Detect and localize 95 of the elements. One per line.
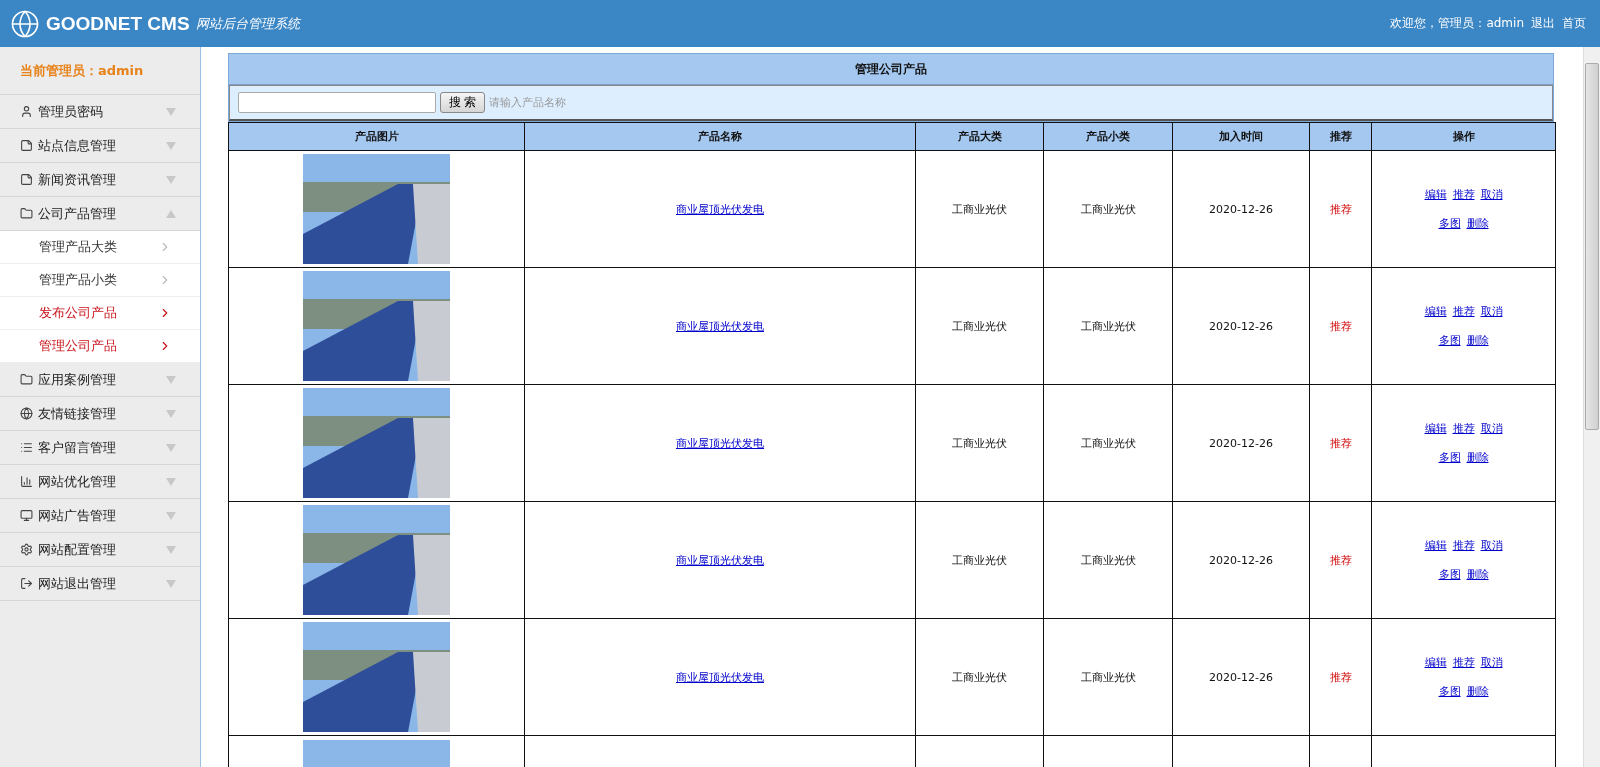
table-cell: 工商业光伏 [1043, 501, 1173, 619]
sidebar-item[interactable]: 应用案例管理 [0, 363, 200, 397]
action-link[interactable]: 编辑 [1424, 538, 1447, 553]
sidebar-item[interactable]: 网站配置管理 [0, 533, 200, 567]
logo-text: GOODNET CMS [46, 12, 190, 35]
table-cell: 工商业光伏 [915, 267, 1044, 385]
list-icon [20, 441, 33, 454]
table-cell: 2020-12-26 [1172, 501, 1310, 619]
action-link[interactable]: 编辑 [1424, 187, 1447, 202]
table-cell: 工商业光伏 [915, 384, 1044, 502]
column-header: 产品小类 [1043, 122, 1173, 151]
table-cell: 2020-12-26 [1172, 618, 1310, 736]
scrollbar-thumb[interactable] [1585, 63, 1599, 430]
header-link[interactable]: 退出 [1531, 15, 1555, 32]
note-icon [20, 139, 33, 152]
folder-icon [20, 207, 33, 220]
column-header: 加入时间 [1172, 122, 1310, 151]
product-name-link[interactable]: 商业屋顶光伏发电 [676, 202, 764, 216]
sidebar-subitem[interactable]: 管理产品大类 [0, 231, 200, 264]
action-link[interactable]: 多图 [1438, 216, 1461, 231]
globe-icon [20, 407, 33, 420]
column-header: 操作 [1371, 122, 1556, 151]
action-link[interactable]: 删除 [1466, 684, 1489, 699]
product-name-link[interactable]: 商业屋顶光伏发电 [676, 436, 764, 450]
action-link[interactable]: 删除 [1466, 450, 1489, 465]
column-header: 产品大类 [915, 122, 1044, 151]
action-link[interactable]: 多图 [1438, 567, 1461, 582]
table-cell: 工商业光伏 [1043, 267, 1173, 385]
system-subtitle: 网站后台管理系统 [195, 14, 300, 33]
action-link[interactable]: 编辑 [1424, 655, 1447, 670]
table-cell: 推荐 [1309, 150, 1372, 268]
note-icon [20, 173, 33, 186]
action-link[interactable]: 推荐 [1452, 187, 1475, 202]
table-cell: 工商业光伏 [1043, 384, 1173, 502]
bar-chart-icon [20, 475, 33, 488]
sidebar-subitem[interactable]: 管理公司产品 [0, 330, 200, 363]
sidebar-item[interactable]: 客户留言管理 [0, 431, 200, 465]
action-link[interactable]: 删除 [1466, 333, 1489, 348]
search-field[interactable] [238, 92, 436, 113]
header-link[interactable]: 首页 [1562, 15, 1586, 32]
table-cell: 2020-12-26 [1172, 267, 1310, 385]
action-link[interactable]: 取消 [1480, 421, 1503, 436]
table-cell: 推荐 [1309, 501, 1372, 619]
table-cell: 工商业光伏 [915, 501, 1044, 619]
sidebar-item[interactable]: 网站广告管理 [0, 499, 200, 533]
table-cell: 工商业光伏 [1043, 618, 1173, 736]
table-cell: 2020-12-26 [1172, 384, 1310, 502]
sidebar-subitem[interactable]: 管理产品小类 [0, 264, 200, 297]
product-name-link[interactable]: 商业屋顶光伏发电 [676, 553, 764, 567]
search-button[interactable]: 搜 索 [440, 92, 486, 113]
action-link[interactable]: 取消 [1480, 304, 1503, 319]
action-link[interactable]: 取消 [1480, 655, 1503, 670]
column-header: 推荐 [1309, 122, 1372, 151]
action-link[interactable]: 推荐 [1452, 655, 1475, 670]
search-hint: 请输入产品名称 [489, 95, 567, 110]
action-link[interactable]: 多图 [1438, 684, 1461, 699]
folder-icon [20, 373, 33, 386]
current-admin: 当前管理员：admin [0, 47, 200, 95]
sidebar-item[interactable]: 网站退出管理 [0, 567, 200, 601]
column-header: 产品名称 [524, 122, 916, 151]
action-link[interactable]: 多图 [1438, 333, 1461, 348]
table-cell: 工商业光伏 [915, 618, 1044, 736]
action-link[interactable]: 多图 [1438, 450, 1461, 465]
sidebar-item[interactable]: 友情链接管理 [0, 397, 200, 431]
sidebar-item[interactable]: 站点信息管理 [0, 129, 200, 163]
action-link[interactable]: 删除 [1466, 567, 1489, 582]
action-link[interactable]: 编辑 [1424, 421, 1447, 436]
action-link[interactable]: 取消 [1480, 187, 1503, 202]
action-link[interactable]: 推荐 [1452, 304, 1475, 319]
settings-icon [20, 543, 33, 556]
action-link[interactable]: 删除 [1466, 216, 1489, 231]
action-link[interactable]: 取消 [1480, 538, 1503, 553]
user-icon [20, 105, 33, 118]
action-link[interactable]: 推荐 [1452, 421, 1475, 436]
table-cell: 工商业光伏 [915, 150, 1044, 268]
table-cell: 工商业光伏 [1043, 150, 1173, 268]
column-header: 产品图片 [228, 122, 525, 151]
panel-title: 管理公司产品 [229, 54, 1553, 85]
product-name-link[interactable]: 商业屋顶光伏发电 [676, 319, 764, 333]
product-name-link[interactable]: 商业屋顶光伏发电 [676, 670, 764, 684]
table-cell: 推荐 [1309, 384, 1372, 502]
table-cell: 推荐 [1309, 618, 1372, 736]
logout-icon [20, 577, 33, 590]
action-link[interactable]: 推荐 [1452, 538, 1475, 553]
sidebar-item[interactable]: 网站优化管理 [0, 465, 200, 499]
table-cell: 推荐 [1309, 267, 1372, 385]
monitor-icon [20, 509, 33, 522]
sidebar-item[interactable]: 新闻资讯管理 [0, 163, 200, 197]
sidebar-item[interactable]: 管理员密码 [0, 95, 200, 129]
action-link[interactable]: 编辑 [1424, 304, 1447, 319]
sidebar-subitem[interactable]: 发布公司产品 [0, 297, 200, 330]
scrollbar[interactable] [1583, 47, 1600, 767]
welcome-text: 欢迎您，管理员：admin [1390, 15, 1524, 32]
globe-logo-icon [10, 8, 40, 39]
table-cell: 2020-12-26 [1172, 150, 1310, 268]
